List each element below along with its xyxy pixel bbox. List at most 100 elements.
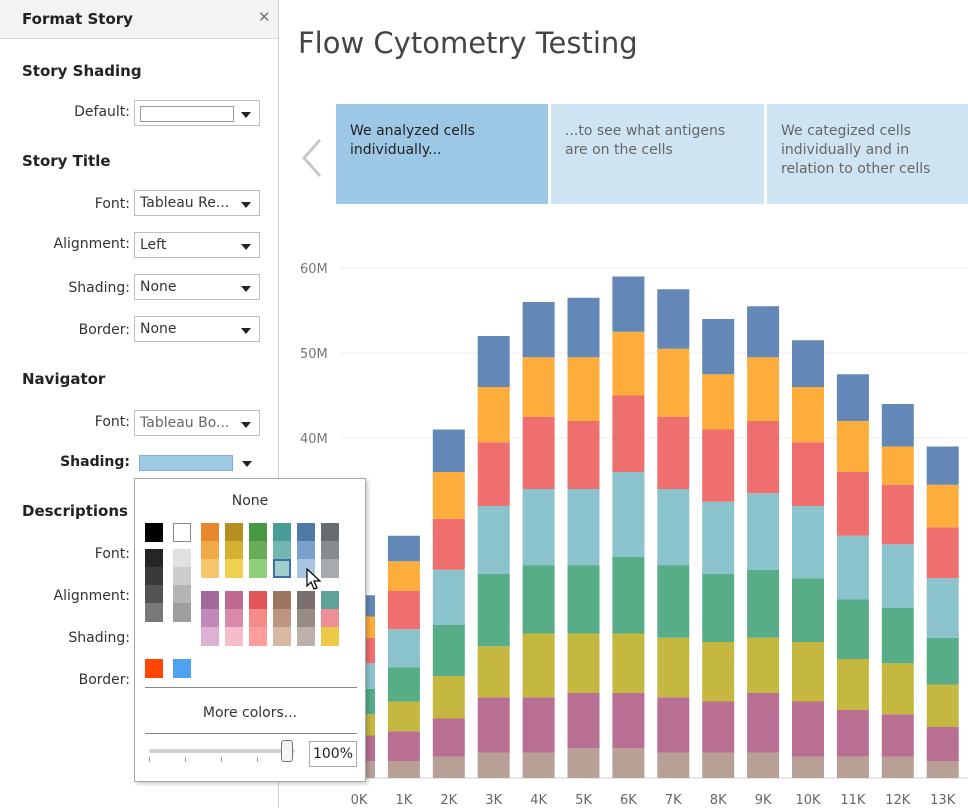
bar-segment[interactable] <box>747 752 780 779</box>
bar-segment[interactable] <box>702 701 735 753</box>
bar-segment[interactable] <box>881 608 914 664</box>
bar-segment[interactable] <box>567 633 600 694</box>
bar-segment[interactable] <box>387 761 420 778</box>
bar-segment[interactable] <box>612 633 645 694</box>
bar-segment[interactable] <box>477 752 510 779</box>
bar-segment[interactable] <box>387 701 420 732</box>
color-swatch[interactable] <box>297 609 315 628</box>
bar-segment[interactable] <box>657 489 690 566</box>
bar-segment[interactable] <box>657 697 690 753</box>
bar-segment[interactable] <box>612 331 645 396</box>
color-swatch[interactable] <box>249 627 267 646</box>
bar-segment[interactable] <box>926 761 959 778</box>
bar-segment[interactable] <box>792 756 824 778</box>
opacity-slider[interactable] <box>149 749 295 753</box>
bar-segment[interactable] <box>792 340 824 387</box>
color-swatch[interactable] <box>297 627 315 646</box>
bar-segment[interactable] <box>747 493 780 570</box>
bar-segment[interactable] <box>836 710 869 757</box>
color-swatch[interactable] <box>321 523 339 542</box>
bar-segment[interactable] <box>612 472 645 557</box>
bar-segment[interactable] <box>747 306 780 358</box>
bar-segment[interactable] <box>432 569 465 625</box>
bar-segment[interactable] <box>836 472 869 536</box>
no-color-option[interactable]: None <box>135 493 365 509</box>
gray-swatch[interactable] <box>173 549 191 568</box>
bar-segment[interactable] <box>657 416 690 489</box>
bar-segment[interactable] <box>522 357 555 417</box>
bar-segment[interactable] <box>926 727 959 761</box>
bar-segment[interactable] <box>836 659 869 710</box>
bar-segment[interactable] <box>792 578 824 642</box>
title-shading-dropdown[interactable]: None <box>134 274 260 300</box>
bar-segment[interactable] <box>747 693 780 753</box>
color-swatch[interactable] <box>297 523 315 542</box>
bar-segment[interactable] <box>567 489 600 566</box>
bar-segment[interactable] <box>477 387 510 443</box>
bar-segment[interactable] <box>702 574 735 642</box>
color-swatch[interactable] <box>321 541 339 560</box>
opacity-slider-handle[interactable] <box>281 740 293 762</box>
bar-segment[interactable] <box>522 416 555 489</box>
bar-segment[interactable] <box>657 637 690 698</box>
bar-segment[interactable] <box>477 336 510 387</box>
bar-segment[interactable] <box>432 625 465 676</box>
bar-segment[interactable] <box>612 748 645 778</box>
bar-segment[interactable] <box>522 752 555 779</box>
gray-swatch[interactable] <box>145 549 163 568</box>
bar-segment[interactable] <box>657 348 690 417</box>
bar-segment[interactable] <box>792 387 824 443</box>
color-swatch[interactable] <box>201 627 219 646</box>
bar-segment[interactable] <box>567 297 600 358</box>
color-swatch[interactable] <box>249 559 267 578</box>
bar-segment[interactable] <box>612 557 645 634</box>
bar-segment[interactable] <box>657 752 690 779</box>
story-point-2[interactable]: ...to see what antigens are on the cells <box>551 104 764 204</box>
selected-color-swatch[interactable] <box>273 559 291 578</box>
bar-segment[interactable] <box>926 578 959 638</box>
bar-segment[interactable] <box>881 446 914 485</box>
bar-segment[interactable] <box>836 374 869 421</box>
bar-segment[interactable] <box>702 319 735 375</box>
opacity-value[interactable]: 100% <box>309 741 357 767</box>
bar-segment[interactable] <box>387 535 420 562</box>
bar-segment[interactable] <box>836 421 869 472</box>
gray-swatch[interactable] <box>145 585 163 604</box>
bar-segment[interactable] <box>657 289 690 349</box>
bar-segment[interactable] <box>881 484 914 545</box>
bar-segment[interactable] <box>792 642 824 702</box>
bar-segment[interactable] <box>881 404 914 447</box>
bar-segment[interactable] <box>567 421 600 489</box>
bar-segment[interactable] <box>926 527 959 579</box>
color-swatch[interactable] <box>225 627 243 646</box>
bar-segment[interactable] <box>522 697 555 753</box>
bar-segment[interactable] <box>836 535 869 600</box>
chevron-left-icon[interactable] <box>300 138 324 182</box>
title-alignment-dropdown[interactable]: Left <box>134 232 260 258</box>
bar-segment[interactable] <box>432 472 465 519</box>
bar-segment[interactable] <box>881 714 914 757</box>
bar-segment[interactable] <box>432 518 465 570</box>
bar-segment[interactable] <box>477 442 510 506</box>
gray-swatch[interactable] <box>173 603 191 622</box>
bar-segment[interactable] <box>522 633 555 698</box>
color-swatch[interactable] <box>249 591 267 610</box>
navigator-shading-dropdown[interactable] <box>134 450 260 476</box>
bar-segment[interactable] <box>567 748 600 778</box>
bar-segment[interactable] <box>522 565 555 634</box>
recent-color-swatch[interactable] <box>173 659 191 678</box>
bar-segment[interactable] <box>792 701 824 757</box>
gray-swatch[interactable] <box>173 585 191 604</box>
color-swatch[interactable] <box>249 541 267 560</box>
bar-segment[interactable] <box>926 637 959 685</box>
color-swatch[interactable] <box>321 627 339 646</box>
bar-segment[interactable] <box>926 684 959 728</box>
bar-segment[interactable] <box>926 446 959 485</box>
bar-segment[interactable] <box>926 484 959 528</box>
bar-segment[interactable] <box>657 565 690 638</box>
color-swatch[interactable] <box>273 541 291 560</box>
gray-swatch[interactable] <box>145 523 163 542</box>
bar-segment[interactable] <box>612 276 645 332</box>
color-swatch[interactable] <box>321 559 339 578</box>
bar-segment[interactable] <box>432 676 465 719</box>
